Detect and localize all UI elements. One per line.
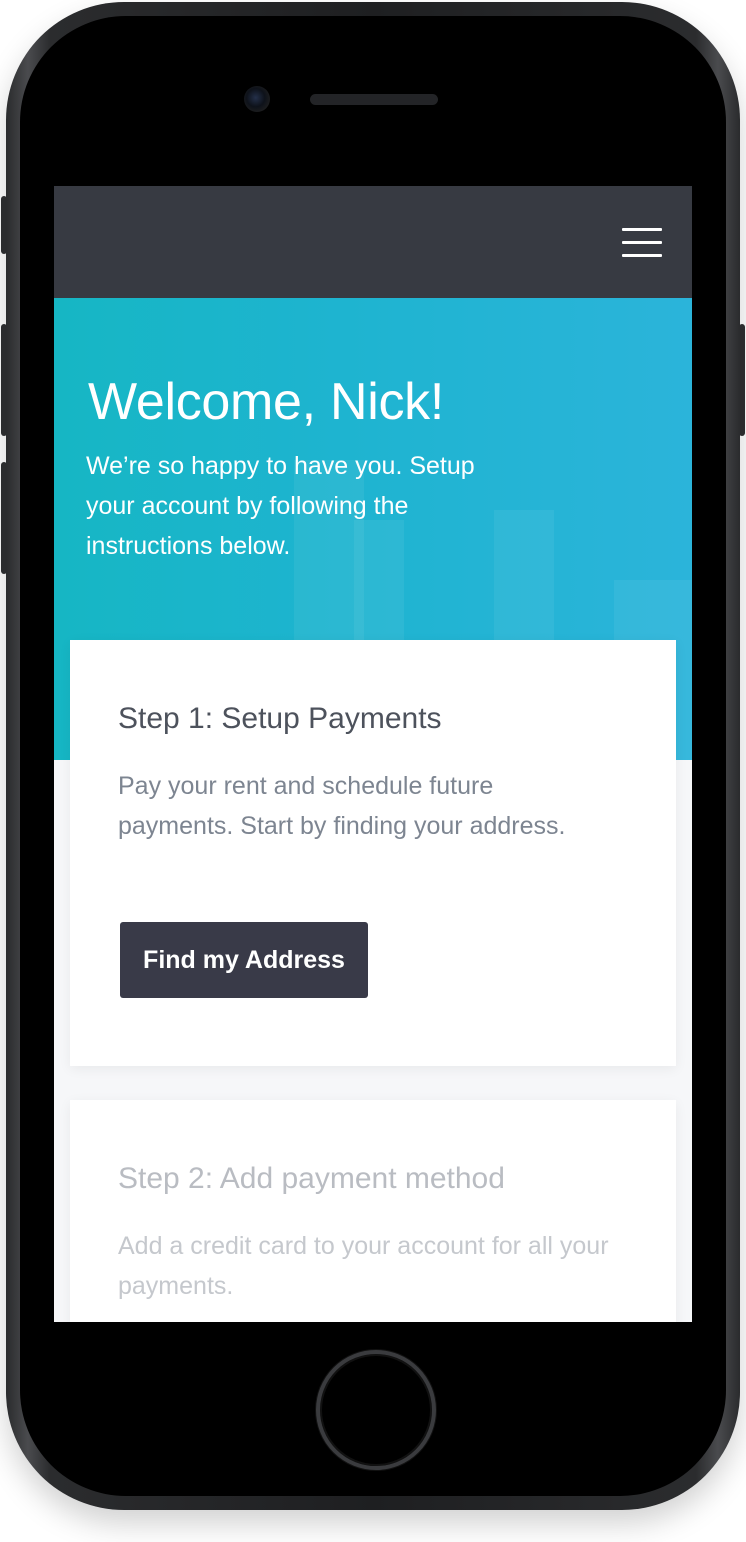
welcome-heading: Welcome, Nick!: [88, 373, 445, 431]
step-2-description: Add a credit card to your account for al…: [118, 1232, 609, 1300]
volume-up-button: [1, 324, 7, 436]
silent-switch: [1, 196, 7, 254]
step-2-title: Step 2: Add payment method: [118, 1162, 505, 1195]
welcome-subtitle: We’re so happy to have you. Setup your a…: [86, 452, 475, 560]
power-button: [739, 324, 745, 436]
earpiece-speaker: [310, 94, 438, 105]
find-my-address-button[interactable]: Find my Address: [120, 922, 368, 998]
step-2-card: Step 2: Add payment method Add a credit …: [70, 1100, 676, 1322]
volume-down-button: [1, 462, 7, 574]
step-1-description: Pay your rent and schedule future paymen…: [118, 772, 566, 840]
app-screen: Welcome, Nick! We’re so happy to have yo…: [54, 186, 692, 1322]
hamburger-menu-icon[interactable]: [622, 228, 662, 258]
step-1-title: Step 1: Setup Payments: [118, 702, 442, 735]
home-button[interactable]: [316, 1350, 436, 1470]
top-navigation-bar: [54, 186, 692, 298]
front-camera: [244, 86, 270, 112]
step-1-card: Step 1: Setup Payments Pay your rent and…: [70, 640, 676, 1066]
